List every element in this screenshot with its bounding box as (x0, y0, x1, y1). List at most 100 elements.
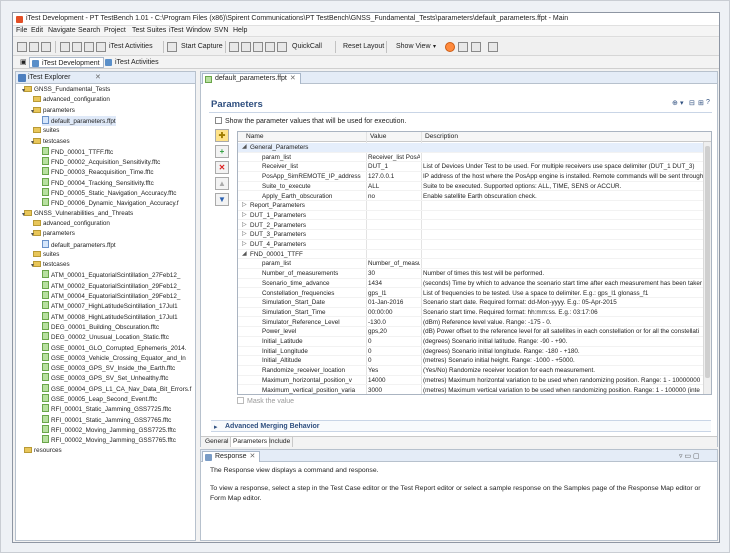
param-value[interactable]: ALL (368, 182, 420, 191)
add-param-button[interactable]: ✚ (215, 129, 229, 142)
tree-folder-item[interactable]: resources (24, 446, 62, 456)
tree-file-item[interactable]: RFI_00002_Moving_Jamming_GSS7765.fftc (42, 435, 176, 445)
param-value[interactable]: Receiver_list PosApp (368, 153, 420, 162)
twisty-icon[interactable]: ▾ (22, 210, 25, 220)
twisty-icon[interactable]: ◢ (242, 143, 247, 152)
tab-include[interactable]: Include (267, 437, 294, 447)
param-row[interactable]: Maximum_vertical_position_varia 3000 (metr… (238, 386, 703, 395)
twisty-icon[interactable]: ▷ (242, 211, 247, 220)
tree-folder-item[interactable]: suites (33, 250, 59, 260)
mask-value-checkbox[interactable] (237, 397, 244, 404)
response-tab[interactable]: Response ✕ (202, 451, 261, 462)
param-value[interactable]: gps_l1 (368, 289, 420, 298)
param-group-row[interactable]: ◢ General_Parameters (238, 143, 703, 153)
table-scrollbar[interactable] (703, 142, 711, 394)
param-group-row[interactable]: ▷ DUT_3_Parameters (238, 230, 703, 240)
menu-itest[interactable]: iTest (169, 27, 183, 34)
stop-icon[interactable] (445, 42, 455, 52)
param-value[interactable]: 1434 (368, 279, 420, 288)
tree-file-item[interactable]: default_parameters.ffpt (42, 115, 116, 126)
twisty-icon[interactable]: ◢ (242, 250, 247, 259)
show-values-checkbox[interactable] (215, 117, 222, 124)
param-row[interactable]: Initial_Longitude 0 (degrees) Scenario ini… (238, 347, 703, 357)
terminal-icon[interactable] (241, 42, 251, 52)
twisty-icon[interactable]: ▾ (31, 261, 34, 271)
tree-folder-item[interactable]: ▾ parameters (31, 229, 75, 239)
menu-project[interactable]: Project (104, 27, 126, 34)
param-value[interactable]: gps,20 (368, 327, 420, 336)
preferences-icon[interactable] (458, 42, 468, 52)
menu-window[interactable]: Window (186, 27, 211, 34)
chart-icon[interactable] (277, 42, 287, 52)
tree-file-item[interactable]: GSE_00005_Leap_Second_Event.fftc (42, 394, 157, 404)
activities-icon[interactable] (96, 42, 106, 52)
param-group-row[interactable]: ▷ DUT_1_Parameters (238, 211, 703, 221)
param-row[interactable]: Randomize_receiver_location Yes (Yes/No) R… (238, 366, 703, 376)
tree-folder-item[interactable]: ▾ testcases (31, 137, 70, 147)
param-value[interactable]: 01-Jan-2016 (368, 298, 420, 307)
param-value[interactable]: 14000 (368, 376, 420, 385)
move-down-button[interactable]: ▼ (215, 193, 229, 206)
param-row[interactable]: Scenario_time_advance 1434 (seconds) Time … (238, 279, 703, 289)
tree-file-item[interactable]: GSE_00001_GLO_Corrupted_Ephemeris_2014. (42, 342, 186, 353)
tree-file-item[interactable]: RFI_00002_Moving_Jamming_GSS7725.fftc (42, 424, 176, 435)
tree-file-item[interactable]: ATM_00002_EquatorialScintillation_29Feb1… (42, 280, 180, 291)
tree-file-item[interactable]: DEG_00002_Unusual_Location_Static.fftc (42, 332, 169, 342)
log-icon[interactable] (265, 42, 275, 52)
tree-file-item[interactable]: RFI_00001_Static_Jamming_GSS7765.fftc (42, 414, 171, 425)
save-all-icon[interactable] (41, 42, 51, 52)
param-row[interactable]: Simulator_Reference_Level -130.0 (dBm) Ref… (238, 318, 703, 328)
add-icon[interactable]: ⊕ (672, 99, 678, 107)
menu-help[interactable]: Help (233, 27, 247, 34)
param-value[interactable]: 0 (368, 337, 420, 346)
param-row[interactable]: Power_level gps,20 (dB) Power offset to th… (238, 327, 703, 337)
expand-icon[interactable]: ⊞ (698, 99, 704, 107)
param-value[interactable]: 30 (368, 269, 420, 278)
param-value[interactable]: Number_of_measu (368, 259, 420, 268)
reset-layout-button[interactable]: Reset Layout (343, 41, 384, 53)
minimize-icon[interactable]: ▭ (684, 453, 691, 460)
tree-file-item[interactable]: GSE_00003_GPS_SV_Inside_the_Earth.fftc (42, 363, 175, 373)
monitor-icon[interactable] (253, 42, 263, 52)
param-group-row[interactable]: ▷ Report_Parameters (238, 201, 703, 211)
delete-button[interactable]: ✕ (215, 161, 229, 174)
start-capture-button[interactable]: Start Capture (181, 41, 223, 53)
menu-navigate[interactable]: Navigate (48, 27, 76, 34)
twisty-icon[interactable]: ▷ (242, 221, 247, 230)
mask-value-option[interactable]: Mask the value (237, 397, 294, 405)
tab-parameters[interactable]: Parameters (231, 437, 271, 447)
settings-icon[interactable] (488, 42, 498, 52)
tree-file-item[interactable]: FND_00006_Dynamic_Navigation_Accuracy.f (42, 198, 179, 208)
tab-general[interactable]: General (203, 437, 232, 447)
column-header-description[interactable]: Description (425, 133, 458, 140)
param-row[interactable]: Initial_Altitude 0 (metres) Scenario initi… (238, 356, 703, 366)
param-row[interactable]: Simulation_Start_Date 01-Jan-2016 Scenario… (238, 298, 703, 308)
itest-activities-button[interactable]: iTest Activities (109, 41, 153, 53)
add-child-button[interactable]: + (215, 145, 229, 158)
clipboard-icon[interactable] (471, 42, 481, 52)
param-row[interactable]: Initial_Latitude 0 (degrees) Scenario init… (238, 337, 703, 347)
param-group-row[interactable]: ▷ DUT_2_Parameters (238, 221, 703, 231)
menu-search[interactable]: Search (78, 27, 100, 34)
tree-file-item[interactable]: ATM_00008_HighLatitudeScintillation_17Ju… (42, 311, 178, 322)
debug-icon[interactable] (72, 42, 82, 52)
tree-folder-item[interactable]: ▾ testcases (31, 260, 70, 271)
save-icon[interactable] (29, 42, 39, 52)
param-value[interactable]: 0 (368, 356, 420, 365)
param-value[interactable]: no (368, 192, 420, 201)
close-icon[interactable]: ✕ (250, 453, 256, 460)
move-up-button[interactable]: ▲ (215, 177, 229, 190)
twisty-icon[interactable]: ▾ (31, 107, 34, 117)
tree-file-item[interactable]: ATM_00007_HighLatitudeScintillation_17Ju… (42, 301, 178, 311)
param-value[interactable]: Yes (368, 366, 420, 375)
show-values-option[interactable]: Show the parameter values that will be u… (215, 117, 406, 125)
menu-edit[interactable]: Edit (31, 27, 43, 34)
show-view-button[interactable]: Show View (396, 41, 431, 53)
tree-file-item[interactable]: FND_00003_Reacquisition_Time.fftc (42, 167, 154, 177)
tree-file-item[interactable]: FND_00005_Static_Navigation_Accuracy.fft… (42, 188, 176, 198)
tree-file-item[interactable]: ATM_00001_EquatorialScintillation_27Feb1… (42, 270, 180, 280)
param-row[interactable]: Receiver_list DUT_1 List of Devices Under … (238, 162, 703, 172)
editor-tab[interactable]: default_parameters.ffpt ✕ (202, 73, 301, 84)
quickcall-icon[interactable] (229, 42, 239, 52)
new-icon[interactable] (17, 42, 27, 52)
